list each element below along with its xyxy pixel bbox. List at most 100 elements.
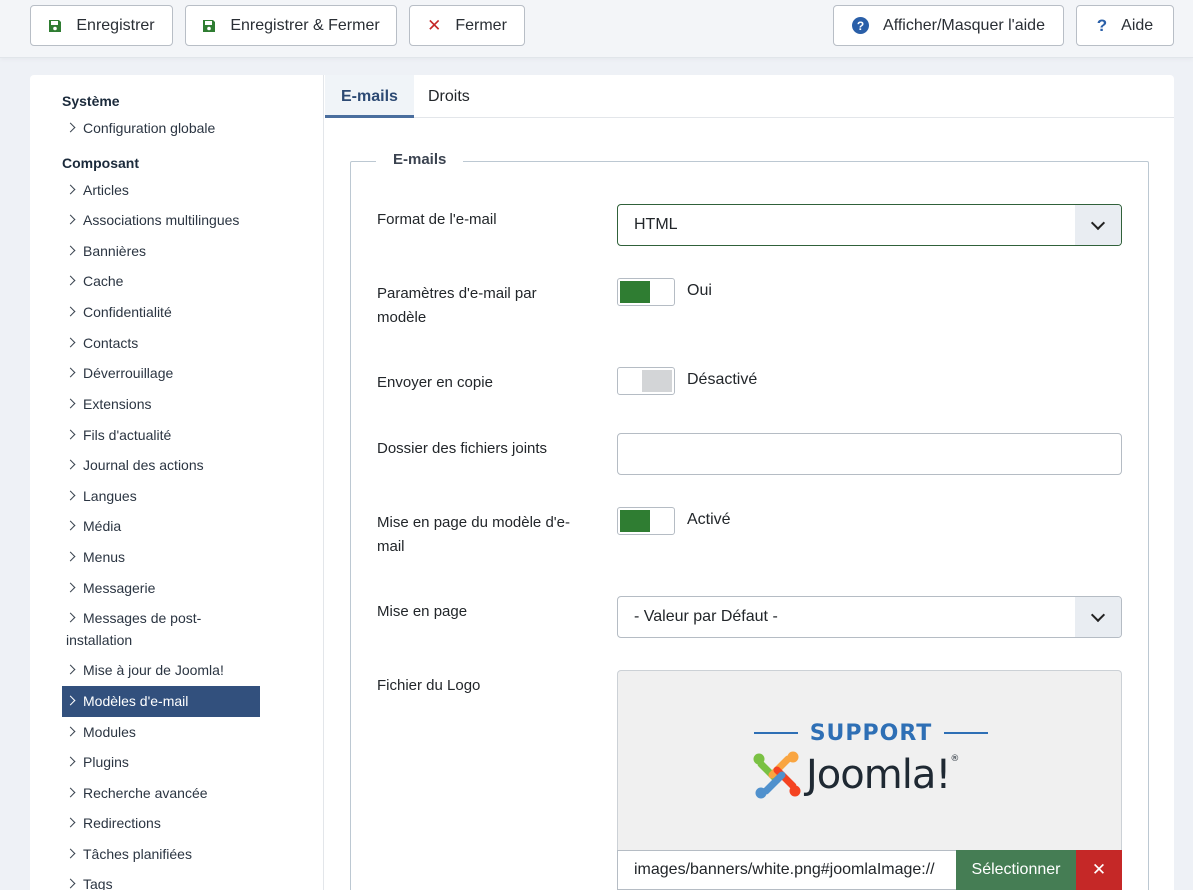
clear-logo-button[interactable]: ✕	[1076, 850, 1122, 890]
chevron-right-icon	[66, 179, 76, 201]
chevron-right-icon	[66, 751, 76, 773]
sidebar-item-mail-templates[interactable]: Modèles d'e-mail	[62, 686, 260, 717]
close-label: Fermer	[455, 16, 507, 34]
chevron-right-icon	[66, 812, 76, 834]
chevron-right-icon	[66, 454, 76, 476]
logo-media-field: images/banners/white.png#joomlaImage:// …	[617, 850, 1122, 890]
chevron-right-icon	[66, 721, 76, 743]
per-template-settings-toggle[interactable]	[617, 278, 675, 306]
mail-template-layout-label: Mise en page du modèle d'e- mail	[377, 514, 570, 555]
select-logo-button[interactable]: Sélectionner	[956, 850, 1076, 890]
close-icon: ✕	[427, 15, 442, 35]
attachments-folder-input[interactable]	[617, 433, 1122, 475]
joomla-logo-icon	[753, 751, 801, 799]
sidebar-item-smart-search[interactable]: Recherche avancée	[62, 782, 260, 804]
layout-select-value: - Valeur par Défaut -	[634, 608, 778, 625]
chevron-right-icon	[66, 209, 76, 231]
sidebar-heading-component: Composant	[62, 155, 139, 171]
save-button[interactable]: Enregistrer	[30, 5, 173, 46]
sidebar-item-scheduled-tasks[interactable]: Tâches planifiées	[62, 843, 260, 865]
logo-file-label: Fichier du Logo	[377, 677, 481, 694]
tab-bar: E-mails Droits	[325, 75, 1174, 118]
close-button[interactable]: ✕ Fermer	[409, 5, 525, 46]
chevron-right-icon	[66, 546, 76, 568]
chevron-right-icon	[66, 843, 76, 865]
toggle-knob	[620, 281, 650, 303]
tab-permissions[interactable]: Droits	[412, 75, 486, 118]
sidebar-item-action-logs[interactable]: Journal des actions	[62, 454, 260, 476]
sidebar-item-tags[interactable]: Tags	[62, 873, 260, 890]
chevron-right-icon	[66, 873, 76, 890]
close-icon: ✕	[1091, 860, 1107, 879]
chevron-right-icon	[66, 577, 76, 599]
sidebar-item-plugins[interactable]: Plugins	[62, 751, 260, 773]
logo-preview: SUPPORT Joomla!®	[617, 670, 1122, 850]
save-label: Enregistrer	[76, 16, 155, 34]
floppy-disk-icon	[48, 19, 62, 33]
chevron-right-icon	[66, 782, 76, 804]
sidebar-item-articles[interactable]: Articles	[62, 179, 260, 201]
mail-format-label: Format de l'e-mail	[377, 211, 497, 228]
tab-emails[interactable]: E-mails	[325, 75, 414, 118]
chevron-down-icon	[1075, 597, 1121, 637]
layout-select[interactable]: - Valeur par Défaut -	[617, 596, 1122, 638]
sidebar-item-redirects[interactable]: Redirections	[62, 812, 260, 834]
mail-format-value: HTML	[634, 216, 678, 233]
chevron-right-icon	[66, 607, 76, 629]
per-template-settings-label: Paramètres d'e-mail par modèle	[377, 285, 537, 326]
sidebar-item-modules[interactable]: Modules	[62, 721, 260, 743]
chevron-right-icon	[66, 117, 76, 139]
chevron-right-icon	[66, 515, 76, 537]
send-copy-toggle[interactable]	[617, 367, 675, 395]
joomla-wordmark: Joomla!®	[806, 752, 959, 798]
toggle-knob	[620, 510, 650, 532]
sidebar-item-joomla-update[interactable]: Mise à jour de Joomla!	[62, 659, 260, 681]
chevron-right-icon	[66, 659, 76, 681]
toggle-help-button[interactable]: ? Afficher/Masquer l'aide	[833, 5, 1064, 46]
floppy-disk-icon	[202, 19, 216, 33]
sidebar-item-multilingual-associations[interactable]: Associations multilingues	[62, 209, 260, 231]
chevron-right-icon	[66, 332, 76, 354]
save-and-close-button[interactable]: Enregistrer & Fermer	[185, 5, 397, 46]
sidebar-item-global-configuration[interactable]: Configuration globale	[62, 117, 260, 139]
chevron-right-icon	[66, 240, 76, 262]
question-icon: ?	[1096, 15, 1108, 35]
send-copy-state: Désactivé	[687, 371, 758, 388]
chevron-right-icon	[66, 362, 76, 384]
mail-format-select[interactable]: HTML	[617, 204, 1122, 246]
sidebar-item-extensions[interactable]: Extensions	[62, 393, 260, 415]
attachments-folder-label: Dossier des fichiers joints	[377, 440, 548, 457]
chevron-right-icon	[66, 686, 76, 717]
options-card: Système Configuration globale Composant …	[30, 75, 1174, 890]
question-circle-icon: ?	[852, 17, 870, 34]
sidebar-item-banners[interactable]: Bannières	[62, 240, 260, 262]
fieldset-legend: E-mails	[376, 150, 464, 170]
toggle-help-label: Afficher/Masquer l'aide	[883, 16, 1045, 34]
sidebar-item-post-installation-messages[interactable]: Messages de post-installation	[62, 607, 260, 651]
sidebar-item-cache[interactable]: Cache	[62, 270, 260, 292]
sidebar-item-languages[interactable]: Langues	[62, 485, 260, 507]
support-logo-heading: SUPPORT	[754, 721, 988, 746]
sidebar-item-checkin[interactable]: Déverrouillage	[62, 362, 260, 384]
mail-template-layout-state: Activé	[687, 511, 731, 528]
chevron-right-icon	[66, 270, 76, 292]
sidebar-item-contacts[interactable]: Contacts	[62, 332, 260, 354]
logo-path-input[interactable]: images/banners/white.png#joomlaImage://	[617, 850, 956, 890]
chevron-right-icon	[66, 393, 76, 415]
chevron-right-icon	[66, 424, 76, 446]
per-template-settings-state: Oui	[687, 282, 712, 299]
toggle-knob	[642, 370, 672, 392]
help-label: Aide	[1121, 16, 1154, 34]
help-button[interactable]: ? Aide	[1076, 5, 1174, 46]
sidebar-item-messaging[interactable]: Messagerie	[62, 577, 260, 599]
toolbar: Enregistrer Enregistrer & Fermer ✕ Ferme…	[0, 0, 1193, 58]
layout-select-label: Mise en page	[377, 603, 468, 620]
sidebar-item-menus[interactable]: Menus	[62, 546, 260, 568]
mail-template-layout-toggle[interactable]	[617, 507, 675, 535]
sidebar-item-newsfeeds[interactable]: Fils d'actualité	[62, 424, 260, 446]
sidebar-item-privacy[interactable]: Confidentialité	[62, 301, 260, 323]
send-copy-label: Envoyer en copie	[377, 374, 493, 391]
sidebar-item-media[interactable]: Média	[62, 515, 260, 537]
save-and-close-label: Enregistrer & Fermer	[230, 16, 380, 34]
sidebar-nav: Système Configuration globale Composant …	[30, 75, 324, 890]
